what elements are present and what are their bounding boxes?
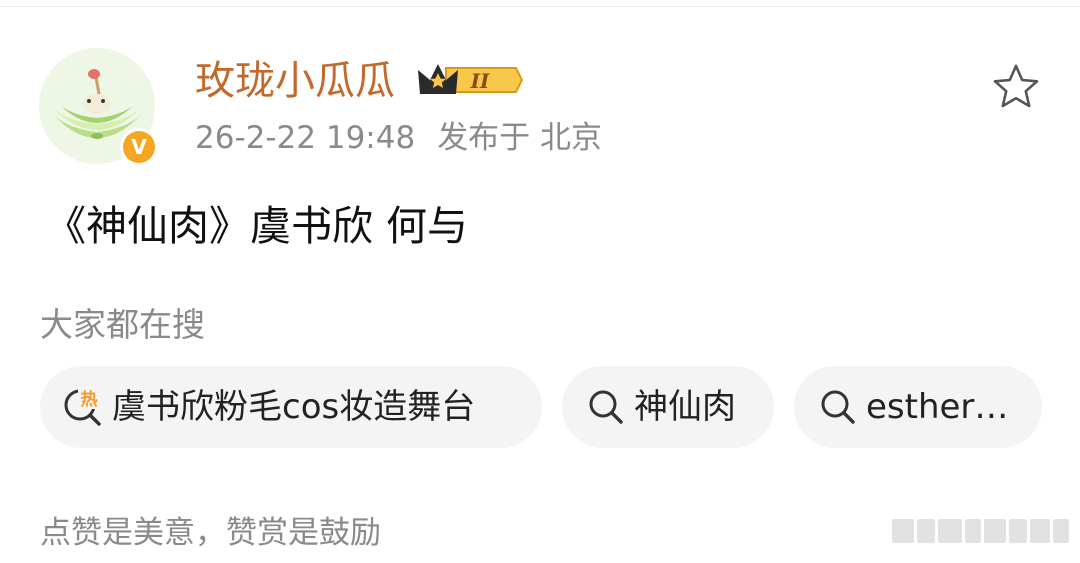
reward-hint-text: 点赞是美意，赞赏是鼓励 — [40, 515, 381, 551]
reward-thumbnail — [892, 519, 914, 543]
reward-thumbnail — [938, 519, 962, 543]
reward-thumbnail — [1009, 519, 1027, 543]
trending-label: 大家都在搜 — [40, 305, 205, 344]
reward-thumbnail — [984, 519, 1006, 543]
favorite-button[interactable] — [991, 63, 1041, 111]
top-divider — [0, 6, 1080, 7]
search-chip-label: 神仙肉 — [634, 387, 736, 427]
post-body-text: 《神仙肉》虞书欣 何与 — [45, 202, 469, 250]
reward-thumbnail — [1053, 519, 1069, 543]
hot-search-icon: 热 — [64, 387, 101, 426]
star-outline-icon — [993, 64, 1039, 108]
search-chip-label: esther… — [866, 387, 1009, 427]
verified-v-icon: V — [123, 131, 155, 163]
hot-search-chip-label: 虞书欣粉毛cos妆造舞台 — [112, 387, 476, 427]
post-timestamp: 26-2-22 19:48 — [195, 120, 416, 156]
reward-thumbnail — [917, 519, 935, 543]
hot-badge-text: 热 — [81, 389, 98, 410]
reward-thumbnail — [965, 519, 981, 543]
search-icon — [821, 390, 855, 424]
search-chip[interactable]: esther… — [794, 366, 1042, 448]
search-icon — [589, 390, 623, 424]
hot-search-chip[interactable]: 热 虞书欣粉毛cos妆造舞台 — [40, 366, 542, 448]
post-meta: 26-2-22 19:48 发布于 北京 — [195, 117, 602, 159]
vip-badge[interactable]: II — [416, 60, 524, 100]
vip-level-text: II — [470, 69, 490, 93]
verified-badge: V — [120, 128, 158, 166]
search-chip[interactable]: 神仙肉 — [562, 366, 774, 448]
reward-thumbnail — [1030, 519, 1050, 543]
crown-icon: II — [418, 64, 524, 94]
author-name[interactable]: 玫珑小瓜瓜 — [195, 56, 395, 106]
post-location: 发布于 北京 — [437, 120, 603, 156]
reward-thumbnails[interactable] — [892, 519, 1072, 549]
